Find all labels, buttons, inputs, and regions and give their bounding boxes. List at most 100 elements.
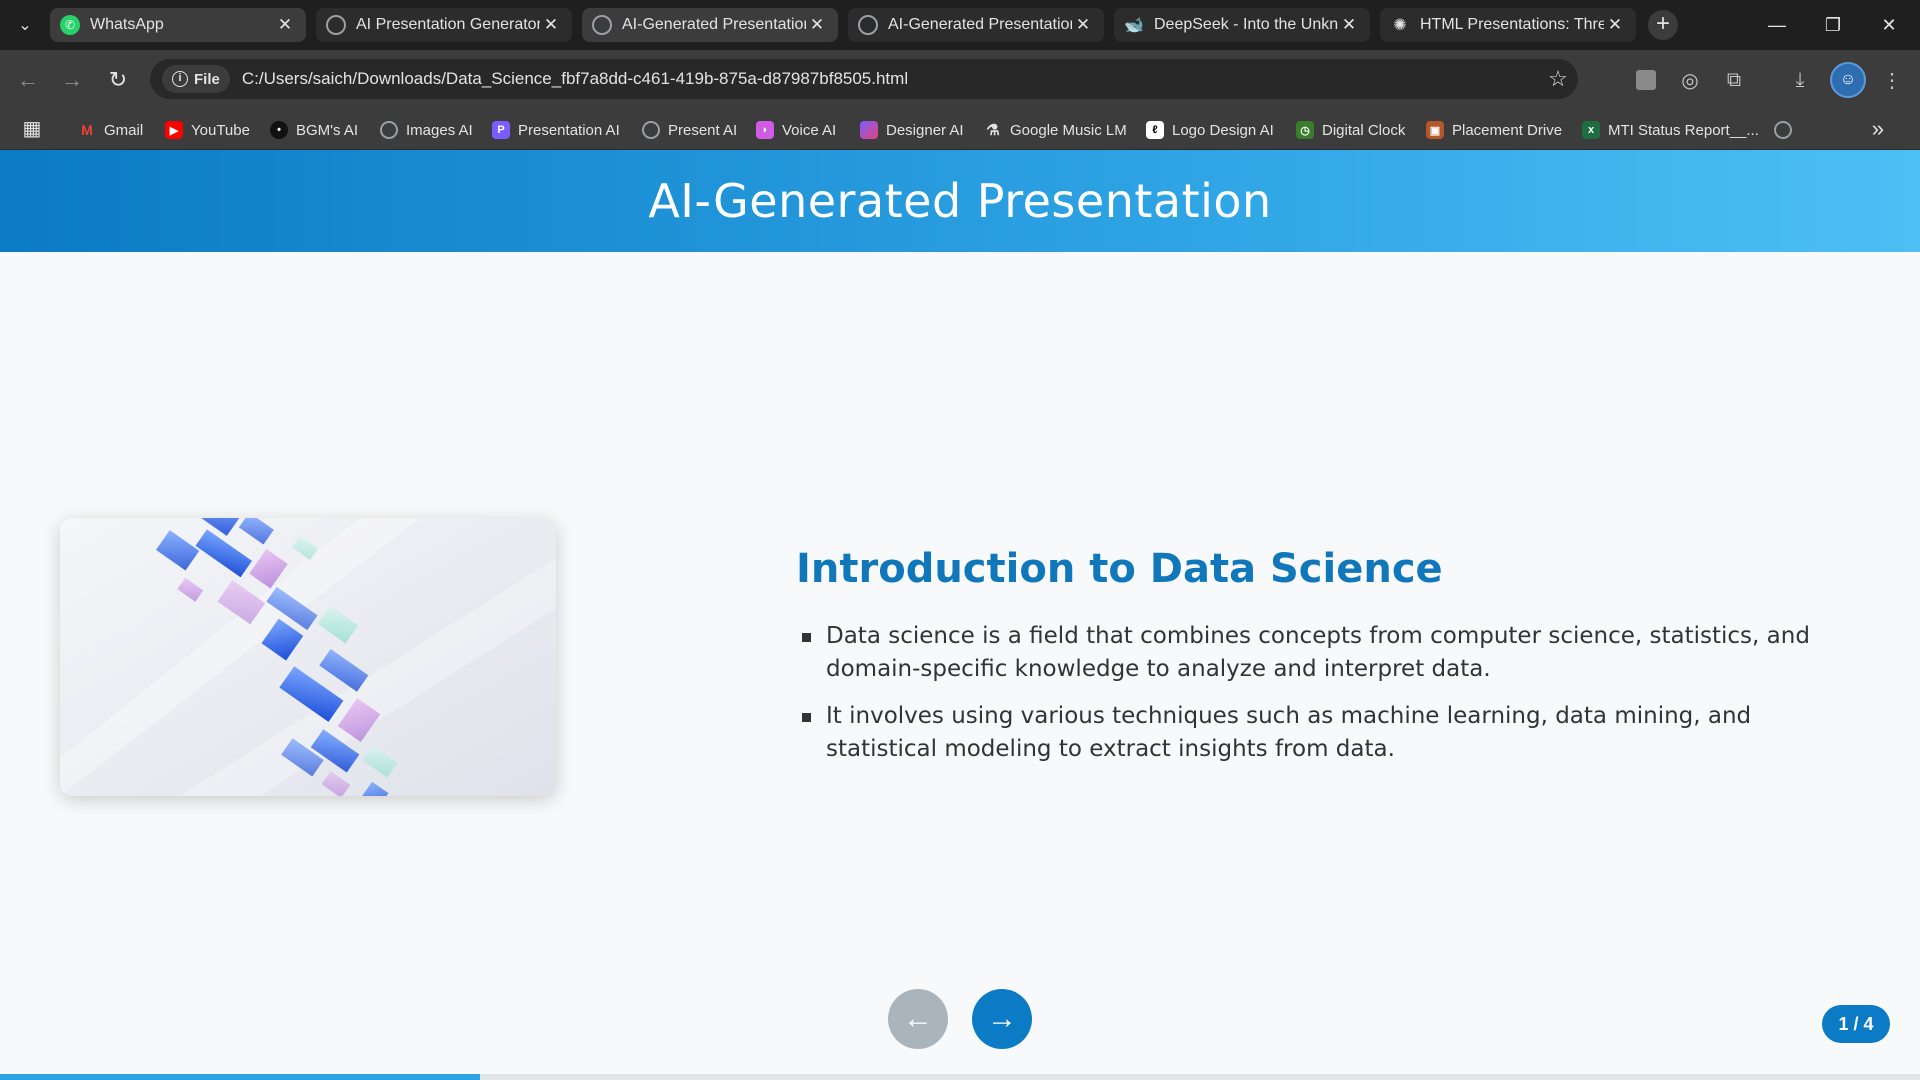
menu-kebab-icon[interactable]: ⋮	[1876, 64, 1908, 96]
restore-button[interactable]: ❐	[1810, 8, 1856, 42]
close-icon[interactable]: ✕	[1604, 15, 1626, 35]
download-icon[interactable]: ⤓	[1784, 64, 1816, 96]
tab-ai-generated-presentation-active[interactable]: AI-Generated Presentation ✕	[582, 8, 838, 42]
flask-icon: ⚗	[986, 122, 1000, 139]
plus-icon: +	[1655, 10, 1670, 37]
arrow-right-icon: →	[987, 1002, 1017, 1035]
url-text[interactable]: C:/Users/saich/Downloads/Data_Science_fb…	[242, 69, 1538, 89]
tab-ai-presentation-generator[interactable]: AI Presentation Generator ✕	[316, 8, 572, 42]
slide-bullets: Data science is a field that combines co…	[800, 620, 1840, 780]
tab-strip: ⌄ ✆ WhatsApp ✕ AI Presentation Generator…	[0, 0, 1920, 50]
bookmark-gmail[interactable]: M Gmail	[78, 117, 143, 143]
next-slide-button[interactable]: →	[972, 989, 1032, 1049]
voice-icon: ◗	[756, 121, 774, 139]
bookmark-globe[interactable]	[1774, 117, 1792, 143]
bookmark-placement-drive[interactable]: ▣ Placement Drive	[1426, 117, 1562, 143]
bookmark-images-ai[interactable]: Images AI	[380, 117, 473, 143]
clock-icon: ◷	[1296, 121, 1314, 139]
tab-html-presentations[interactable]: ✺ HTML Presentations: Three ✕	[1380, 8, 1636, 42]
tab-title: DeepSeek - Into the Unkno	[1154, 16, 1338, 33]
globe-icon	[326, 15, 346, 35]
chevron-down-icon: ⌄	[18, 17, 32, 34]
tab-title: AI-Generated Presentation	[622, 16, 806, 33]
tab-deepseek[interactable]: 🐋 DeepSeek - Into the Unkno ✕	[1114, 8, 1370, 42]
logo-design-icon: ℓ	[1146, 121, 1164, 139]
close-icon[interactable]: ✕	[1338, 15, 1360, 35]
whatsapp-icon: ✆	[60, 15, 80, 35]
presentation-page: AI-Generated Presentation Introduction t…	[0, 150, 1920, 1080]
slide-image	[60, 518, 556, 796]
deepseek-icon: 🐋	[1124, 17, 1144, 34]
arrow-right-icon: →	[61, 67, 83, 92]
bgm-icon: •	[270, 121, 288, 139]
minimize-icon: —	[1768, 14, 1786, 35]
apps-grid-icon[interactable]: ▦	[20, 118, 44, 142]
globe-icon	[1774, 121, 1792, 139]
bookmark-star-icon[interactable]: ☆	[1538, 66, 1578, 92]
globe-icon	[858, 15, 878, 35]
presentation-title: AI-Generated Presentation	[648, 174, 1272, 228]
profile-avatar[interactable]: ☺	[1830, 62, 1866, 98]
back-button[interactable]: ←	[12, 64, 44, 96]
placement-icon: ▣	[1426, 121, 1444, 139]
tab-ai-generated-presentation[interactable]: AI-Generated Presentation ✕	[848, 8, 1104, 42]
close-icon: ✕	[1881, 14, 1897, 35]
bullet-item: It involves using various techniques suc…	[800, 700, 1840, 766]
close-icon[interactable]: ✕	[1072, 15, 1094, 35]
bookmark-voice-ai[interactable]: ◗ Voice AI	[756, 117, 836, 143]
arrow-left-icon: ←	[903, 1002, 933, 1035]
extensions-puzzle-icon[interactable]: ⧉	[1718, 64, 1750, 96]
youtube-icon: ▶	[165, 121, 183, 139]
bookmark-presentation-ai[interactable]: P Presentation AI	[492, 117, 620, 143]
site-info-chip[interactable]: i File	[162, 65, 230, 93]
progress-bar	[0, 1074, 480, 1080]
bookmarks-overflow-icon[interactable]: »	[1872, 116, 1884, 142]
chip-label: File	[194, 70, 220, 88]
bookmark-youtube[interactable]: ▶ YouTube	[165, 117, 250, 143]
abstract-data-cubes-image	[60, 518, 556, 796]
bookmarks-bar: ▦ M Gmail ▶ YouTube • BGM's AI Images AI…	[0, 108, 1920, 150]
tab-title: WhatsApp	[90, 16, 164, 33]
presentation-header: AI-Generated Presentation	[0, 150, 1920, 252]
gmail-icon: M	[81, 122, 93, 138]
bookmark-mti-status-report[interactable]: x MTI Status Report__...	[1582, 117, 1759, 143]
excel-icon: x	[1582, 121, 1600, 139]
restore-icon: ❐	[1824, 14, 1842, 35]
info-icon: i	[172, 71, 188, 87]
forward-button[interactable]: →	[56, 64, 88, 96]
arrow-left-icon: ←	[17, 67, 39, 92]
new-tab-button[interactable]: +	[1648, 10, 1678, 40]
address-bar[interactable]: i File C:/Users/saich/Downloads/Data_Sci…	[150, 59, 1578, 99]
tab-title: HTML Presentations: Three	[1420, 16, 1604, 33]
presentation-icon: P	[492, 121, 510, 139]
browser-toolbar: ← → ↻ i File C:/Users/saich/Downloads/Da…	[0, 50, 1920, 108]
bookmark-designer-ai[interactable]: Designer AI	[860, 117, 964, 143]
slide-counter: 1 / 4	[1822, 1005, 1890, 1043]
close-icon[interactable]: ✕	[540, 15, 562, 35]
close-icon[interactable]: ✕	[806, 15, 828, 35]
extension-target-icon[interactable]: ◎	[1674, 64, 1706, 96]
bookmark-present-ai[interactable]: Present AI	[642, 117, 737, 143]
bookmark-google-music-lm[interactable]: ⚗ Google Music LM	[984, 117, 1126, 143]
globe-icon	[380, 121, 398, 139]
bookmark-logo-design-ai[interactable]: ℓ Logo Design AI	[1146, 117, 1274, 143]
minimize-button[interactable]: —	[1754, 8, 1800, 42]
close-icon[interactable]: ✕	[274, 15, 296, 35]
designer-icon	[860, 121, 878, 139]
previous-slide-button[interactable]: ←	[888, 989, 948, 1049]
bullet-item: Data science is a field that combines co…	[800, 620, 1840, 686]
close-window-button[interactable]: ✕	[1866, 8, 1912, 42]
globe-icon	[642, 121, 660, 139]
tab-title: AI-Generated Presentation	[888, 16, 1072, 33]
extension-square-icon[interactable]	[1630, 64, 1662, 96]
slide-title: Introduction to Data Science	[796, 546, 1443, 592]
bookmark-bgms-ai[interactable]: • BGM's AI	[270, 117, 358, 143]
tab-whatsapp[interactable]: ✆ WhatsApp ✕	[50, 8, 306, 42]
tab-title: AI Presentation Generator	[356, 16, 540, 33]
bookmark-digital-clock[interactable]: ◷ Digital Clock	[1296, 117, 1405, 143]
reload-icon: ↻	[108, 67, 128, 92]
reload-button[interactable]: ↻	[102, 64, 134, 96]
tab-search-button[interactable]: ⌄	[10, 10, 40, 40]
openai-icon: ✺	[1393, 17, 1407, 34]
globe-icon	[592, 15, 612, 35]
